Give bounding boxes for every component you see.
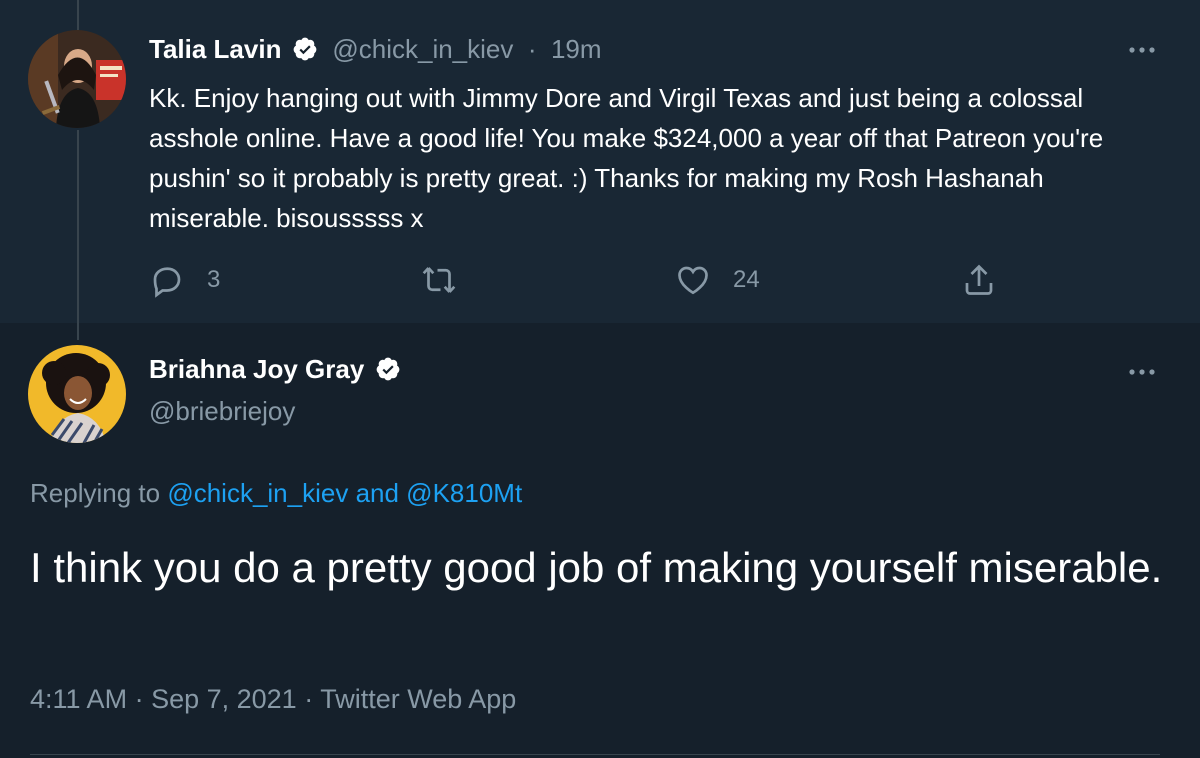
tweet-header: Talia Lavin @chick_in_kiev · 19m — [149, 34, 602, 65]
divider — [30, 754, 1160, 755]
verified-badge-icon — [292, 36, 318, 62]
author-name[interactable]: Briahna Joy Gray — [149, 354, 364, 384]
tweet-time[interactable]: 4:11 AM — [30, 684, 127, 714]
verified-badge-icon — [375, 356, 401, 382]
more-icon[interactable] — [1124, 40, 1160, 60]
author-handle[interactable]: @briebriejoy — [149, 396, 295, 427]
parent-tweet[interactable]: Talia Lavin @chick_in_kiev · 19m Kk. Enj… — [0, 0, 1200, 340]
more-icon[interactable] — [1124, 362, 1160, 382]
replying-and: and — [348, 478, 407, 508]
tweet-meta: 4:11 AM · Sep 7, 2021 · Twitter Web App — [30, 684, 516, 715]
retweet-icon — [422, 267, 456, 293]
share-button[interactable] — [961, 262, 997, 298]
tweet-source[interactable]: Twitter Web App — [320, 684, 516, 714]
reply-count: 3 — [207, 266, 221, 293]
tweet-header: Briahna Joy Gray — [149, 354, 401, 385]
thread-line — [77, 0, 79, 30]
author-handle[interactable]: @chick_in_kiev — [332, 34, 513, 64]
separator: · — [296, 684, 321, 714]
mention-link[interactable]: @chick_in_kiev — [167, 478, 348, 508]
tweet-time[interactable]: 19m — [551, 34, 602, 64]
tweet-text: I think you do a pretty good job of maki… — [30, 544, 1163, 591]
author-name[interactable]: Talia Lavin — [149, 34, 281, 64]
like-icon — [678, 266, 708, 295]
avatar[interactable] — [28, 345, 126, 443]
like-button[interactable]: 24 — [675, 262, 760, 298]
like-count: 24 — [733, 266, 760, 293]
reply-button[interactable]: 3 — [149, 262, 220, 298]
reply-icon — [153, 267, 181, 298]
mention-link[interactable]: @K810Mt — [406, 478, 522, 508]
separator: · — [527, 34, 537, 64]
tweet-date[interactable]: Sep 7, 2021 — [151, 684, 297, 714]
replying-to: Replying to @chick_in_kiev and @K810Mt — [30, 478, 522, 509]
tweet-text: Kk. Enjoy hanging out with Jimmy Dore an… — [149, 83, 1104, 233]
avatar[interactable] — [28, 30, 126, 128]
thread-line — [77, 130, 79, 340]
share-icon — [965, 264, 993, 295]
replying-prefix: Replying to — [30, 478, 168, 508]
retweet-button[interactable] — [421, 262, 479, 298]
separator: · — [127, 684, 152, 714]
